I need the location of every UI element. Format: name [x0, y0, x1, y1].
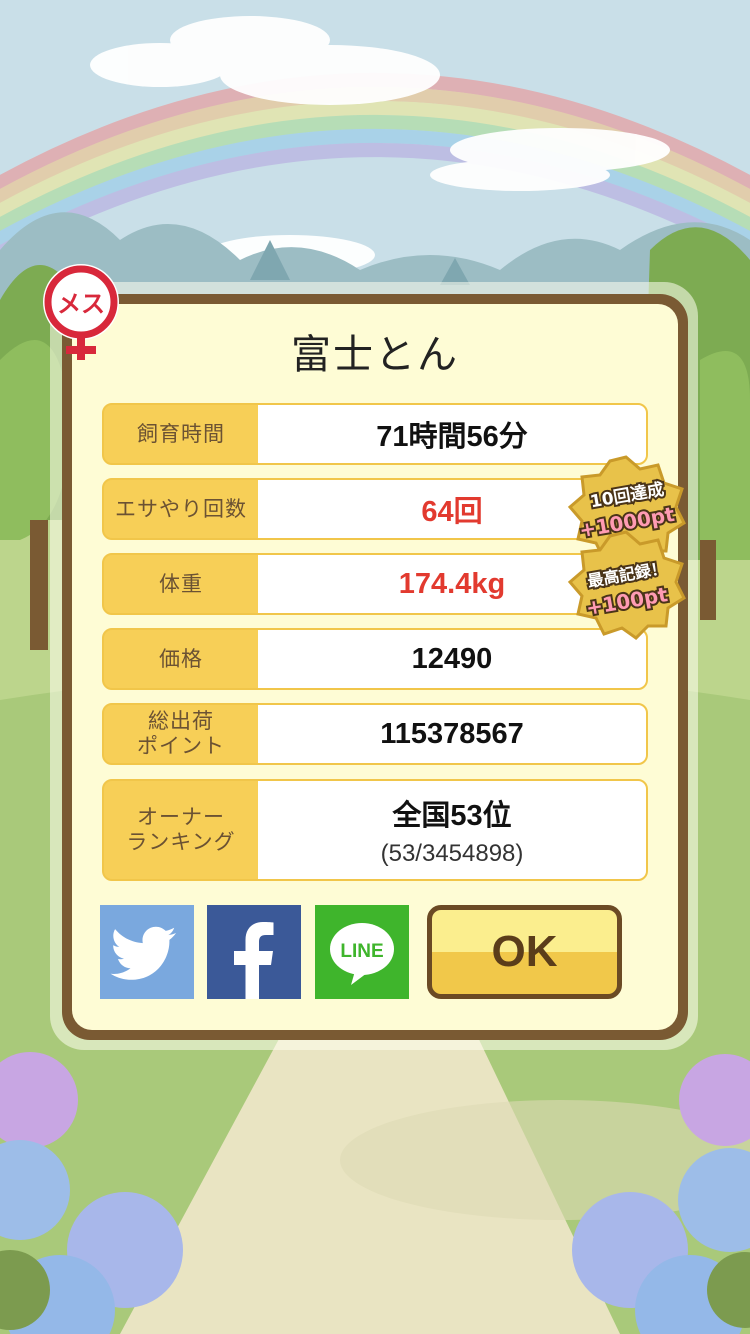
stat-label: オーナー ランキング	[126, 805, 236, 854]
stat-label: 価格	[159, 646, 203, 671]
stat-label: 総出荷 ポイント	[137, 709, 225, 758]
stat-label: 飼育時間	[137, 421, 225, 446]
stat-value: 115378567	[258, 705, 646, 763]
line-label: LINE	[340, 941, 383, 962]
gender-label: メス	[57, 290, 105, 318]
line-share-button[interactable]: LINE	[315, 905, 409, 999]
line-icon: LINE	[330, 923, 394, 985]
achievement-badge-record: 最高記録！ +100pt	[566, 530, 686, 640]
pig-name: 富士とん	[291, 332, 459, 378]
ok-button[interactable]: OK	[427, 905, 622, 999]
facebook-share-button[interactable]	[207, 905, 301, 999]
stat-row-shipment-points: 総出荷 ポイント 115378567	[102, 703, 648, 765]
stat-value-wrap: 全国53位 (53/3454898)	[258, 781, 646, 879]
stat-label: 体重	[159, 571, 203, 596]
stat-label: エサやり回数	[115, 496, 247, 521]
ranking-detail: (53/3454898)	[380, 840, 524, 867]
twitter-share-button[interactable]	[100, 905, 194, 999]
twitter-icon	[110, 926, 177, 980]
facebook-icon	[234, 922, 274, 999]
stat-row-owner-ranking: オーナー ランキング 全国53位 (53/3454898)	[102, 779, 648, 881]
ranking-value: 全国53位	[392, 800, 512, 832]
